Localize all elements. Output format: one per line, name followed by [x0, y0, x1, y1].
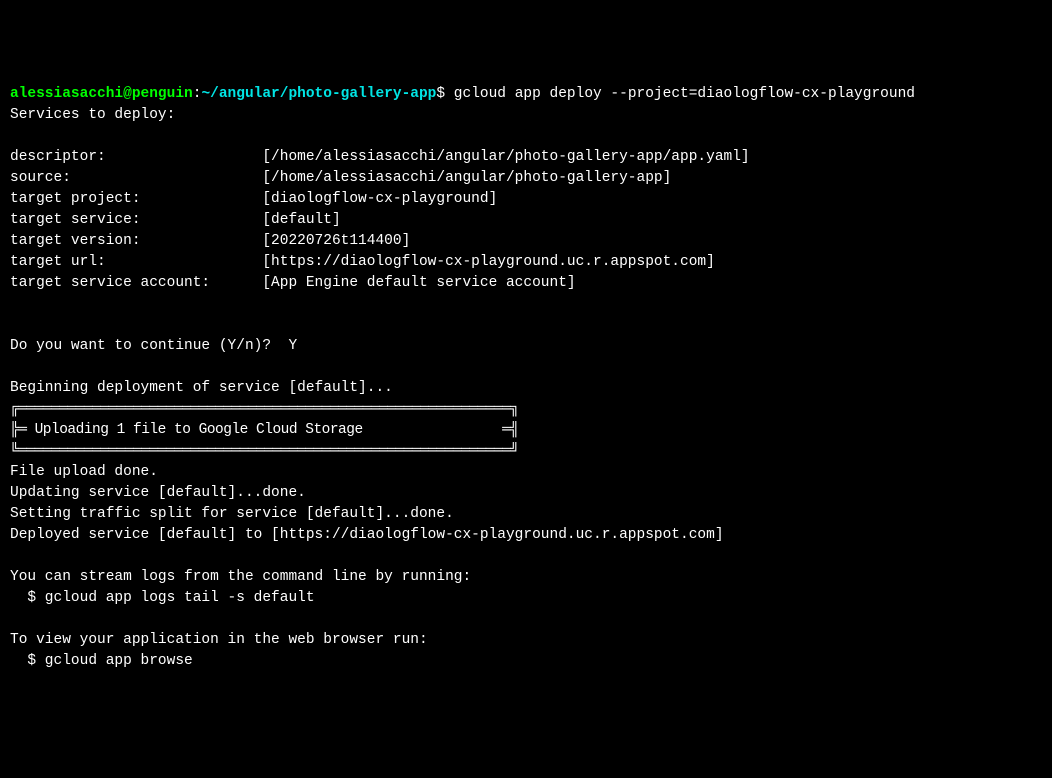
- beginning-line: Beginning deployment of service [default…: [10, 378, 1042, 399]
- box-bottom: ╚═══════════════════════════════════════…: [10, 441, 1042, 462]
- continue-prompt: Do you want to continue (Y/n)? Y: [10, 336, 1042, 357]
- blank-line: [10, 294, 1042, 315]
- terminal[interactable]: alessiasacchi@penguin:~/angular/photo-ga…: [10, 84, 1042, 672]
- blank-line: [10, 126, 1042, 147]
- target-service-line: target service: [default]: [10, 210, 1042, 231]
- target-project-line: target project: [diaologflow-cx-playgrou…: [10, 189, 1042, 210]
- blank-line: [10, 546, 1042, 567]
- traffic-line: Setting traffic split for service [defau…: [10, 504, 1042, 525]
- upload-done-line: File upload done.: [10, 462, 1042, 483]
- logs-line1: You can stream logs from the command lin…: [10, 567, 1042, 588]
- source-line: source: [/home/alessiasacchi/angular/pho…: [10, 168, 1042, 189]
- blank-line: [10, 609, 1042, 630]
- deployed-line: Deployed service [default] to [https://d…: [10, 525, 1042, 546]
- browse-line1: To view your application in the web brow…: [10, 630, 1042, 651]
- prompt-dollar: $: [436, 86, 453, 102]
- prompt-path: ~/angular/photo-gallery-app: [201, 86, 436, 102]
- descriptor-line: descriptor: [/home/alessiasacchi/angular…: [10, 147, 1042, 168]
- target-version-line: target version: [20220726t114400]: [10, 231, 1042, 252]
- prompt-line: alessiasacchi@penguin:~/angular/photo-ga…: [10, 84, 1042, 105]
- prompt-user: alessiasacchi@penguin: [10, 86, 193, 102]
- blank-line: [10, 315, 1042, 336]
- box-middle: ╠═ Uploading 1 file to Google Cloud Stor…: [10, 420, 1042, 441]
- target-sa-line: target service account: [App Engine defa…: [10, 273, 1042, 294]
- command-text: gcloud app deploy --project=diaologflow-…: [454, 86, 915, 102]
- browse-line2: $ gcloud app browse: [10, 651, 1042, 672]
- updating-line: Updating service [default]...done.: [10, 483, 1042, 504]
- services-header: Services to deploy:: [10, 105, 1042, 126]
- target-url-line: target url: [https://diaologflow-cx-play…: [10, 252, 1042, 273]
- blank-line: [10, 357, 1042, 378]
- box-top: ╔═══════════════════════════════════════…: [10, 399, 1042, 420]
